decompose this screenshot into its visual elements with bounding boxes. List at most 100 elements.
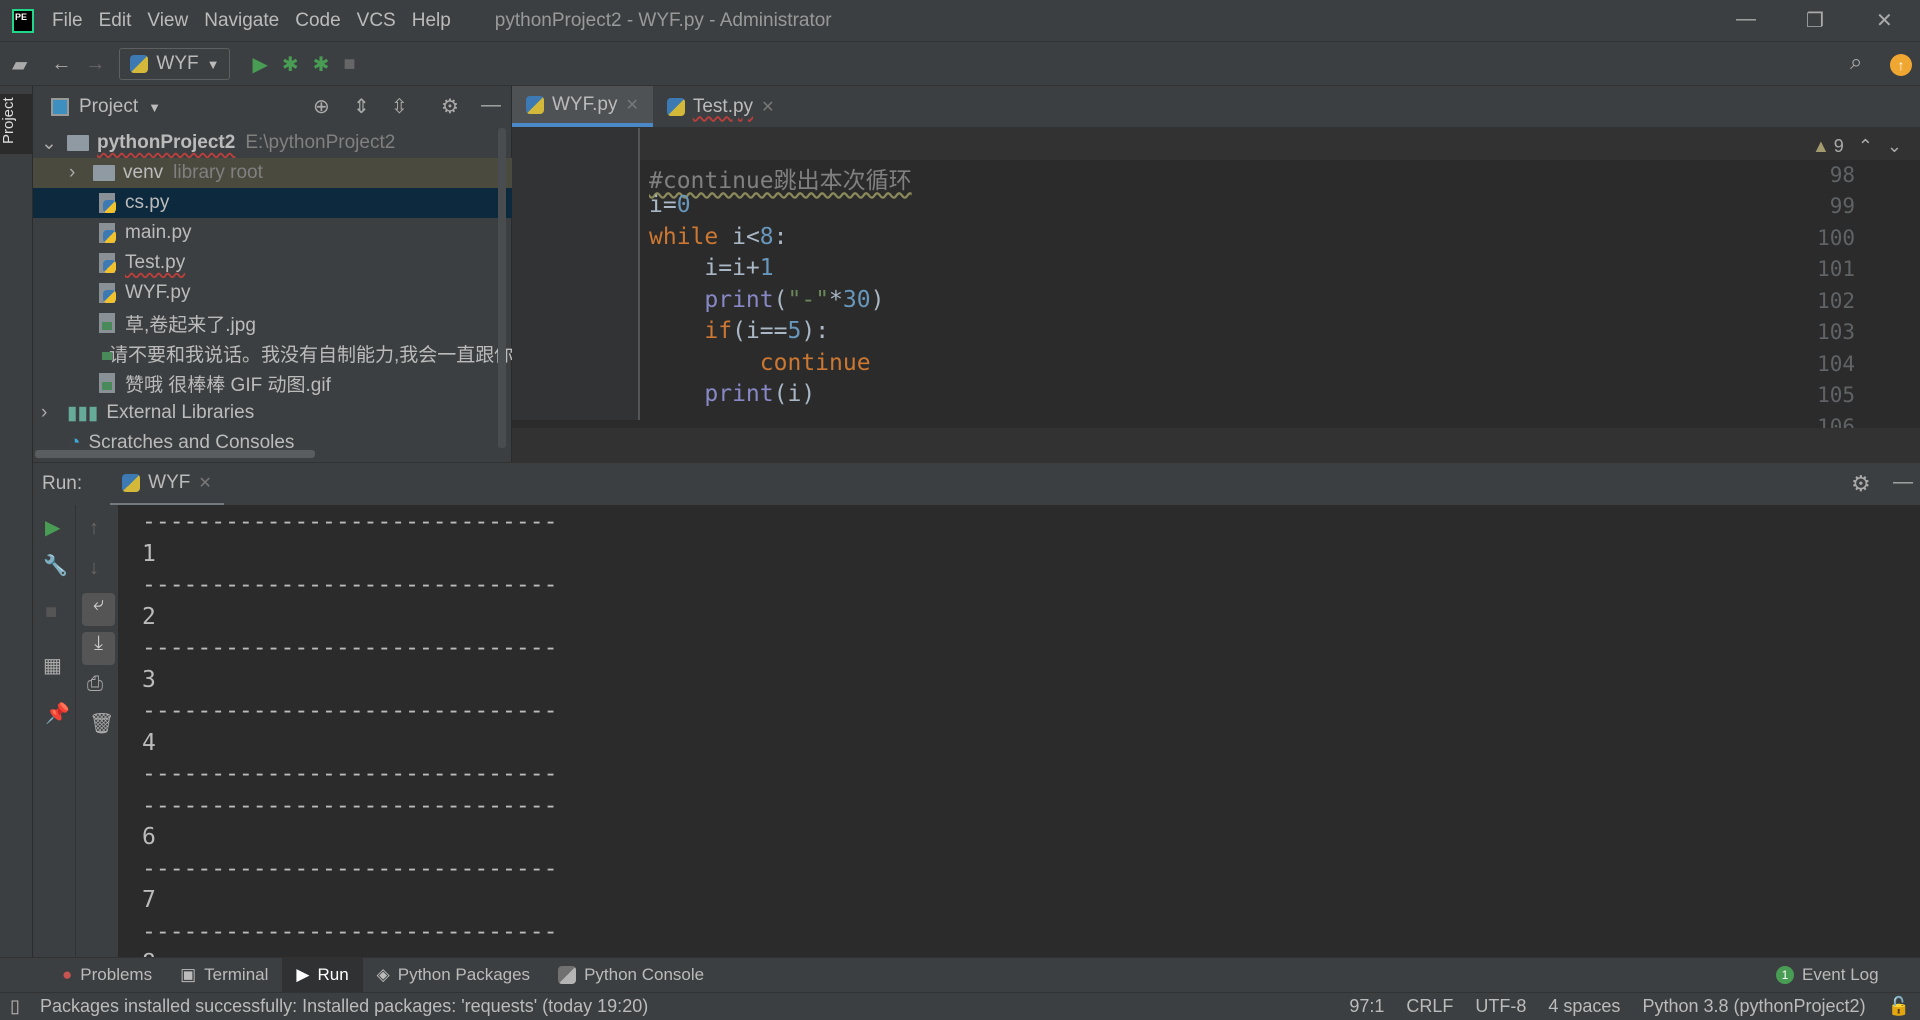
- previous-icon[interactable]: ⌃: [1858, 136, 1873, 157]
- image-file-icon: [99, 313, 115, 333]
- close-icon[interactable]: ✕: [625, 95, 638, 115]
- tree-item-file[interactable]: 请不要和我说话。我没有自制能力,我会一直跟你聊天.gif: [33, 338, 512, 368]
- tree-item-file[interactable]: 赞哦 很棒棒 GIF 动图.gif: [33, 368, 512, 398]
- hide-icon[interactable]: —: [1893, 471, 1913, 494]
- close-icon[interactable]: ✕: [1876, 8, 1893, 33]
- menu-view[interactable]: View: [147, 10, 188, 32]
- python-file-icon: [99, 223, 116, 243]
- inspection-widget[interactable]: ▲ 9 ⌃ ⌄: [1803, 134, 1910, 159]
- tree-item-external-libraries[interactable]: › ▮▮▮ External Libraries: [33, 398, 512, 428]
- minimize-icon[interactable]: —: [1736, 8, 1756, 31]
- folder-icon: [67, 135, 89, 151]
- forward-icon[interactable]: →: [85, 53, 105, 76]
- code-line[interactable]: print("-"*30): [649, 287, 884, 313]
- locate-icon[interactable]: ⊕: [313, 94, 330, 119]
- menu-navigate[interactable]: Navigate: [204, 10, 279, 32]
- tool-tab-terminal[interactable]: ▣ Terminal: [166, 958, 282, 993]
- tool-tab-python-packages[interactable]: ◈ Python Packages: [363, 958, 544, 993]
- lock-icon[interactable]: 🔓: [1888, 996, 1910, 1017]
- packages-icon: ◈: [376, 965, 390, 984]
- vertical-scrollbar[interactable]: [498, 128, 506, 448]
- arrow-up-icon[interactable]: ↑: [89, 517, 99, 540]
- horizontal-scrollbar[interactable]: [35, 450, 315, 458]
- tool-tab-run[interactable]: ▶ Run: [282, 957, 363, 993]
- print-icon[interactable]: ⎙: [87, 673, 103, 696]
- next-icon[interactable]: ⌄: [1887, 136, 1902, 157]
- tree-item-file[interactable]: 草,卷起来了.jpg: [33, 308, 512, 338]
- project-view-label[interactable]: Project: [79, 96, 138, 118]
- file-encoding[interactable]: UTF-8: [1475, 996, 1526, 1017]
- chevron-right-icon[interactable]: ›: [41, 402, 61, 424]
- trash-icon[interactable]: 🗑: [89, 711, 114, 736]
- update-icon[interactable]: ↑: [1890, 54, 1912, 76]
- close-icon[interactable]: ✕: [761, 97, 774, 117]
- tree-item-file[interactable]: main.py: [33, 218, 512, 248]
- code-line[interactable]: continue: [649, 350, 871, 376]
- event-log-button[interactable]: 1 Event Log: [1762, 958, 1893, 993]
- editor-panel: WYF.py✕ Test.py✕ 9798#continue跳出本次循环99i=…: [512, 86, 1920, 462]
- debug-icon[interactable]: ✱: [282, 52, 299, 77]
- line-gutter: [512, 128, 638, 420]
- menu-vcs[interactable]: VCS: [357, 10, 396, 32]
- arrow-down-icon[interactable]: ↓: [89, 557, 99, 580]
- tab-wyf[interactable]: WYF.py ✕: [512, 86, 653, 127]
- tool-tab-python-console[interactable]: Python Console: [544, 958, 718, 993]
- run-config-dropdown[interactable]: WYF ▼: [119, 48, 231, 80]
- menu-file[interactable]: File: [52, 10, 83, 32]
- search-icon[interactable]: ⌕: [1850, 49, 1862, 75]
- chevron-down-icon[interactable]: ▼: [148, 100, 161, 115]
- soft-wrap-icon[interactable]: ⤶: [82, 593, 115, 626]
- editor-horizontal-scrollbar[interactable]: [512, 428, 1920, 462]
- toggle-tool-windows-icon[interactable]: ▯: [10, 996, 20, 1017]
- caret-position[interactable]: 97:1: [1349, 996, 1384, 1017]
- stop-icon[interactable]: ■: [343, 53, 355, 76]
- gear-icon[interactable]: ⚙: [1851, 471, 1871, 497]
- tool-tab-problems[interactable]: ● Problems: [48, 958, 166, 993]
- status-message[interactable]: Packages installed successfully: Install…: [40, 996, 648, 1017]
- gear-icon[interactable]: ⚙: [441, 94, 459, 119]
- title-bar: PE File Edit View Navigate Code VCS Help…: [0, 0, 1920, 42]
- expand-all-icon[interactable]: ⇕: [353, 94, 370, 119]
- layout-icon[interactable]: ▦: [43, 653, 62, 678]
- console-line: ------------------------------: [142, 572, 558, 598]
- tab-test[interactable]: Test.py ✕: [653, 86, 789, 127]
- close-icon[interactable]: ✕: [198, 473, 211, 493]
- code-line[interactable]: if(i==5):: [649, 318, 829, 344]
- scroll-to-end-icon[interactable]: ⤓: [82, 632, 115, 665]
- back-icon[interactable]: ←: [51, 53, 71, 76]
- run-icon[interactable]: ▶: [252, 52, 267, 77]
- root-name: pythonProject2: [97, 132, 236, 153]
- indent-setting[interactable]: 4 spaces: [1548, 996, 1620, 1017]
- wrench-icon[interactable]: 🔧: [43, 553, 68, 578]
- code-line[interactable]: #continue跳出本次循环: [649, 161, 912, 195]
- event-log-label: Event Log: [1802, 965, 1879, 984]
- tree-item-file[interactable]: Test.py: [33, 248, 512, 278]
- run-console[interactable]: ------------------------------ 1 ---------…: [118, 505, 1920, 957]
- chevron-right-icon[interactable]: ›: [69, 162, 89, 184]
- chevron-down-icon[interactable]: ⌄: [41, 132, 61, 155]
- interpreter[interactable]: Python 3.8 (pythonProject2): [1642, 996, 1865, 1017]
- code-line[interactable]: print(i): [649, 381, 815, 407]
- pin-icon[interactable]: 📌: [45, 701, 70, 726]
- tree-item-file[interactable]: cs.py: [33, 188, 512, 218]
- code-line[interactable]: i=i+1: [649, 255, 773, 281]
- menu-help[interactable]: Help: [412, 10, 451, 32]
- stop-icon[interactable]: ■: [45, 601, 57, 624]
- tree-item-file[interactable]: WYF.py: [33, 278, 512, 308]
- rerun-icon[interactable]: ▶: [45, 515, 60, 540]
- run-tab-wyf[interactable]: WYF ✕: [110, 463, 224, 506]
- collapse-all-icon[interactable]: ⇳: [391, 94, 408, 119]
- project-stripe-button[interactable]: Project: [0, 94, 33, 154]
- menu-code[interactable]: Code: [295, 10, 340, 32]
- hide-icon[interactable]: —: [481, 94, 501, 117]
- tree-root[interactable]: ⌄ pythonProject2 E:\pythonProject2: [33, 128, 512, 158]
- menu-edit[interactable]: Edit: [99, 10, 132, 32]
- tab-label: WYF.py: [552, 93, 618, 115]
- code-line[interactable]: while i<8:: [649, 224, 788, 250]
- coverage-icon[interactable]: ✱: [313, 52, 330, 77]
- tree-item-venv[interactable]: › venv library root: [33, 158, 512, 188]
- code-line[interactable]: i=0: [649, 192, 691, 218]
- line-separator[interactable]: CRLF: [1406, 996, 1453, 1017]
- open-folder-icon[interactable]: ▰: [12, 52, 27, 77]
- restore-icon[interactable]: ❐: [1806, 8, 1824, 33]
